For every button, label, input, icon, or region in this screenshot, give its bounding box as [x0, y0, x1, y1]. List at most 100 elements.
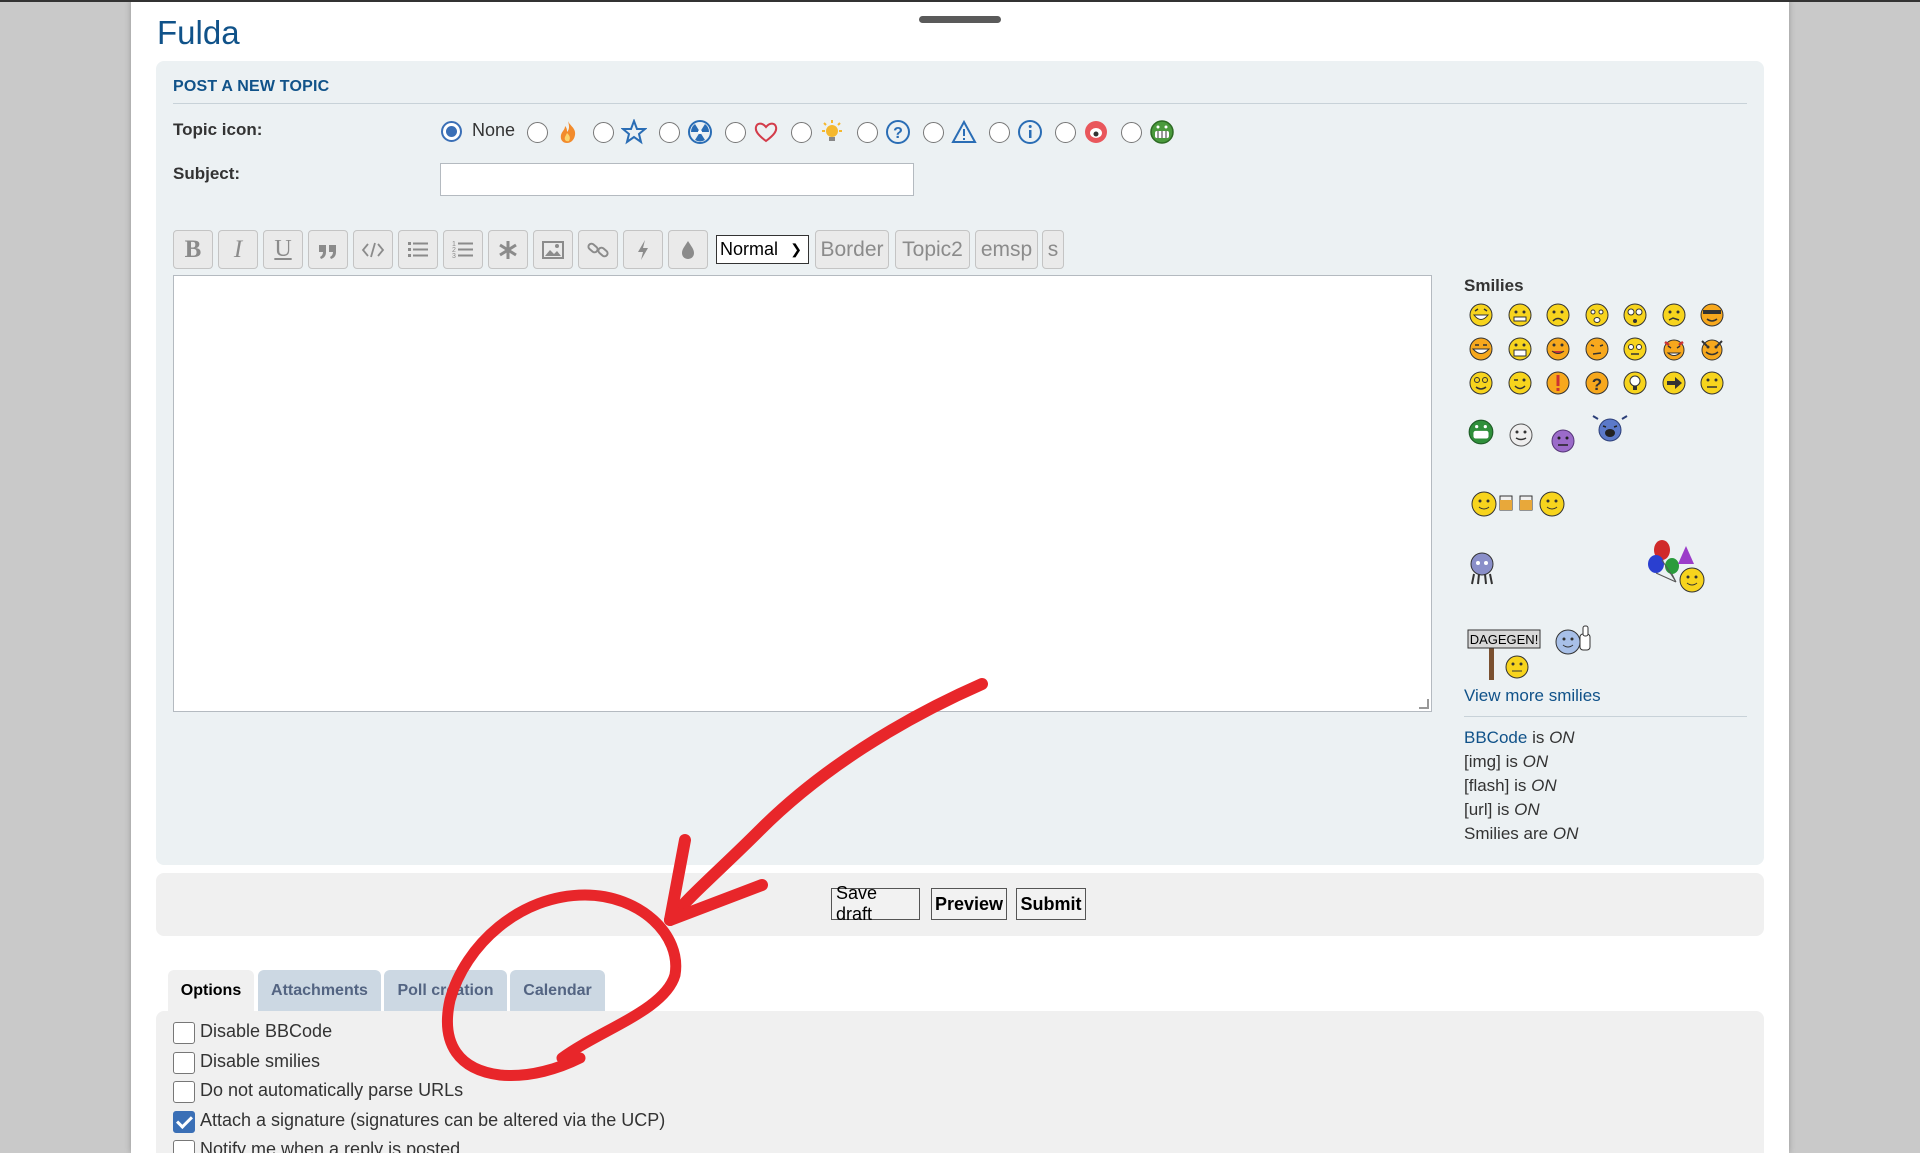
- italic-icon: I: [233, 235, 243, 263]
- status-verb: is: [1532, 728, 1545, 747]
- preview-button[interactable]: Preview: [931, 888, 1007, 920]
- crying-smiley-icon[interactable]: [1590, 414, 1628, 444]
- font-size-value: Normal: [720, 239, 779, 259]
- cool-smiley-icon[interactable]: [1699, 302, 1725, 328]
- rolleyes-smiley-icon[interactable]: [1622, 336, 1648, 362]
- topic-icon-bulb-radio[interactable]: [791, 122, 812, 143]
- submit-button[interactable]: Submit: [1016, 888, 1086, 920]
- list-item-button[interactable]: [488, 230, 528, 269]
- tab-poll-creation[interactable]: Poll creation: [384, 970, 507, 1011]
- party-balloons-smiley-icon[interactable]: [1646, 538, 1716, 598]
- topic-icon-question-radio[interactable]: [857, 122, 878, 143]
- twisted-evil-smiley-icon[interactable]: [1699, 336, 1725, 362]
- info-icon: [1018, 120, 1042, 144]
- arrow-smiley-icon[interactable]: [1661, 370, 1687, 396]
- tab-calendar[interactable]: Calendar: [510, 970, 605, 1011]
- numbered-list-button[interactable]: 123: [443, 230, 483, 269]
- radioactive-icon: [688, 120, 712, 144]
- question-icon: ?: [886, 120, 910, 144]
- subject-input[interactable]: [440, 163, 914, 196]
- disable-url-parse-label: Do not automatically parse URLs: [200, 1080, 464, 1100]
- panel-heading: POST A NEW TOPIC: [173, 78, 330, 95]
- disable-smilies-label: Disable smilies: [200, 1051, 321, 1071]
- bold-button[interactable]: B: [173, 230, 213, 269]
- thumbs-up-smiley-icon[interactable]: [1554, 624, 1594, 658]
- topic-icon-none-radio[interactable]: [441, 121, 462, 142]
- disable-bbcode-checkbox[interactable]: [173, 1022, 195, 1044]
- cheers-smiley-icon[interactable]: [1470, 488, 1566, 518]
- topic2-button[interactable]: Topic2: [895, 230, 970, 269]
- dagegen-sign-smiley-icon[interactable]: DAGEGEN!: [1467, 622, 1545, 682]
- neutral-smiley-icon[interactable]: [1699, 370, 1725, 396]
- teeth-smiley-icon[interactable]: [1507, 336, 1533, 362]
- disable-smilies-checkbox[interactable]: [173, 1052, 195, 1074]
- notify-reply-checkbox[interactable]: [173, 1140, 195, 1153]
- smilies-status: Smilies are ON: [1464, 824, 1578, 844]
- italic-button[interactable]: I: [218, 230, 258, 269]
- list-button[interactable]: [398, 230, 438, 269]
- wink-smiley-icon[interactable]: [1507, 370, 1533, 396]
- link-button[interactable]: [578, 230, 618, 269]
- topic-icon-fire-radio[interactable]: [527, 122, 548, 143]
- flash-icon: [638, 239, 648, 260]
- svg-text:?: ?: [893, 125, 903, 142]
- attach-signature-checkbox[interactable]: [173, 1111, 195, 1133]
- grin-smiley-icon[interactable]: [1468, 336, 1494, 362]
- view-more-smilies-link[interactable]: View more smilies: [1464, 686, 1601, 706]
- disable-bbcode-label: Disable BBCode: [200, 1021, 333, 1041]
- laughing-smiley-icon[interactable]: [1468, 302, 1494, 328]
- idea-smiley-icon[interactable]: [1622, 370, 1648, 396]
- topic-icon-heart-radio[interactable]: [725, 122, 746, 143]
- image-button[interactable]: [533, 230, 573, 269]
- purple-smiley-icon[interactable]: [1550, 428, 1576, 454]
- font-size-select[interactable]: Normal ❯: [716, 235, 809, 264]
- smile-smiley-icon[interactable]: [1507, 302, 1533, 328]
- confused-smiley-icon[interactable]: [1661, 302, 1687, 328]
- grin-face-icon: [1150, 120, 1174, 144]
- topic-icon-radioactive-radio[interactable]: [659, 122, 680, 143]
- fire-icon: [560, 121, 576, 143]
- exclamation-smiley-icon[interactable]: [1545, 370, 1571, 396]
- grey-smiley-icon[interactable]: [1508, 422, 1534, 448]
- svg-text:?: ?: [1592, 375, 1602, 394]
- tongue-smiley-icon[interactable]: [1545, 336, 1571, 362]
- border-button[interactable]: Border: [815, 230, 889, 269]
- surprised-smiley-icon[interactable]: [1584, 302, 1610, 328]
- topic-icon-warning-radio[interactable]: [923, 122, 944, 143]
- topic-icon-none-label: None: [472, 120, 516, 140]
- shocked-smiley-icon[interactable]: [1622, 302, 1648, 328]
- topic-icon-grin-radio[interactable]: [1121, 122, 1142, 143]
- save-draft-button[interactable]: Save draft: [831, 883, 920, 924]
- resize-handle[interactable]: [1419, 699, 1429, 709]
- topic-icon-mad-radio[interactable]: [1055, 122, 1076, 143]
- forum-title[interactable]: Fulda: [157, 14, 240, 52]
- svg-text:3: 3: [452, 253, 456, 260]
- tab-options[interactable]: Options: [168, 970, 254, 1011]
- sad-smiley-icon[interactable]: [1545, 302, 1571, 328]
- hypnotized-smiley-icon[interactable]: [1468, 370, 1494, 396]
- quote-button[interactable]: [308, 230, 348, 269]
- bulb-icon: [822, 120, 842, 141]
- emsp-button[interactable]: emsp: [975, 230, 1038, 269]
- message-textarea[interactable]: [173, 275, 1432, 712]
- underline-button[interactable]: U: [263, 230, 303, 269]
- embarrassed-smiley-icon[interactable]: [1584, 336, 1610, 362]
- status-verb: are: [1523, 824, 1549, 843]
- green-grin-smiley-icon[interactable]: [1467, 418, 1495, 446]
- bbcode-link[interactable]: BBCode: [1464, 728, 1527, 747]
- alien-smiley-icon[interactable]: [1468, 552, 1496, 586]
- color-button[interactable]: [668, 230, 708, 269]
- evil-smiley-icon[interactable]: [1661, 336, 1687, 362]
- topic-icon-info-radio[interactable]: [989, 122, 1010, 143]
- disable-url-parse-checkbox[interactable]: [173, 1081, 195, 1103]
- star-icon: [621, 119, 647, 145]
- topic-icon-star-radio[interactable]: [593, 122, 614, 143]
- flash-button[interactable]: [623, 230, 663, 269]
- code-button[interactable]: [353, 230, 393, 269]
- bold-icon: B: [184, 235, 202, 263]
- s-button[interactable]: s: [1042, 230, 1064, 269]
- question-smiley-icon[interactable]: ?: [1584, 370, 1610, 396]
- emsp-button-label: emsp: [980, 237, 1033, 261]
- drag-handle[interactable]: [919, 16, 1001, 23]
- tab-attachments[interactable]: Attachments: [258, 970, 381, 1011]
